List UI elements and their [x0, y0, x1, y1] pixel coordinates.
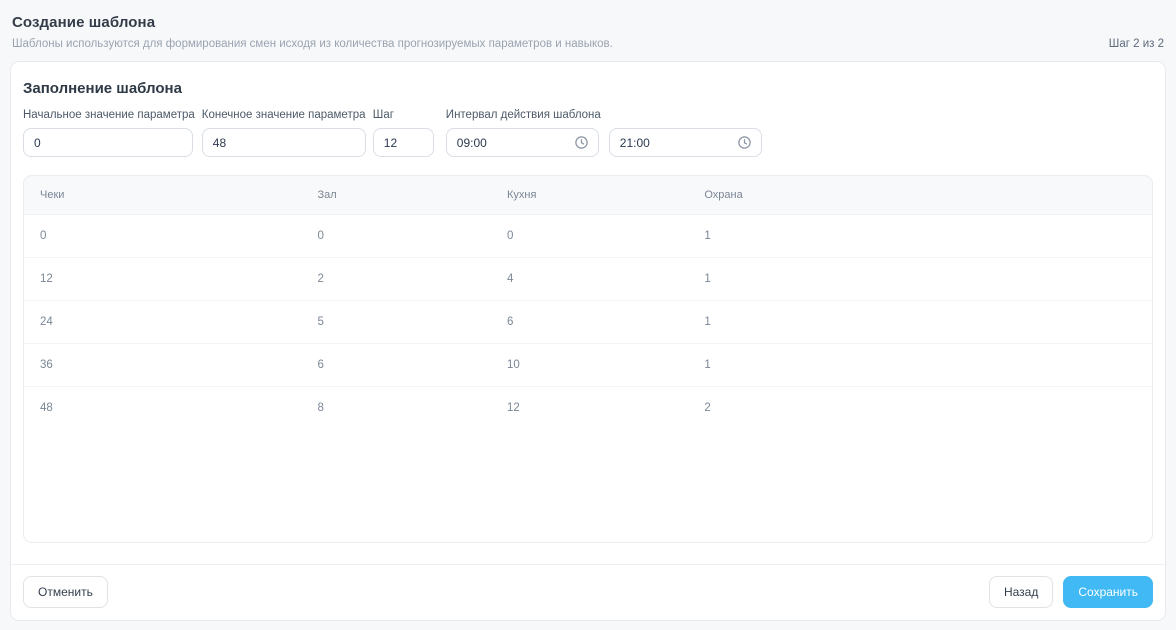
template-table-container: Чеки Зал Кухня Охрана 0 0 0 1 12 2 4 1 2…: [23, 175, 1153, 543]
time-to-wrap: [608, 128, 762, 157]
cell-hall: 5: [301, 300, 491, 344]
table-row: 0 0 0 1: [24, 214, 1152, 258]
cell-kitchen: 4: [490, 257, 689, 301]
table-header-row: Чеки Зал Кухня Охрана: [24, 176, 1152, 215]
cell-hall: 2: [301, 257, 491, 301]
clock-icon[interactable]: [574, 135, 589, 150]
cell-checks: 24: [24, 300, 302, 344]
cell-security: 1: [688, 257, 1152, 301]
page-title: Создание шаблона: [12, 14, 156, 31]
cell-checks: 12: [24, 257, 302, 301]
table-row: 36 6 10 1: [24, 343, 1152, 387]
template-table: Чеки Зал Кухня Охрана 0 0 0 1 12 2 4 1 2…: [24, 176, 1152, 429]
table-row: 12 2 4 1: [24, 257, 1152, 301]
form-row: Начальное значение параметра Конечное зн…: [23, 109, 1153, 157]
step-field: Шаг: [372, 109, 434, 157]
cell-kitchen: 6: [490, 300, 689, 344]
cell-kitchen: 12: [506, 402, 520, 414]
cell-hall: 0: [301, 214, 491, 258]
cell-security: 1: [688, 214, 1152, 258]
column-header-security: Охрана: [688, 176, 1152, 215]
cell-security: 1: [688, 300, 1152, 344]
cell-hall: 6: [301, 343, 491, 387]
card-footer: Отменить Назад Сохранить: [11, 564, 1165, 620]
page-subtitle: Шаблоны используются для формирования см…: [12, 38, 613, 50]
back-button[interactable]: Назад: [988, 576, 1054, 608]
column-header-kitchen: Кухня: [490, 176, 689, 215]
cell-checks: 36: [24, 343, 302, 387]
end-value-field: Конечное значение параметра: [201, 109, 366, 157]
start-value-input[interactable]: [23, 128, 193, 157]
footer-right-buttons: Назад Сохранить: [988, 576, 1153, 608]
column-header-hall: Зал: [301, 176, 491, 215]
step-label: Шаг: [372, 109, 394, 121]
cell-hall: 8: [317, 402, 324, 414]
column-header-checks: Чеки: [24, 176, 302, 215]
end-value-label: Конечное значение параметра: [201, 109, 366, 121]
step-input[interactable]: [372, 128, 434, 157]
time-from-wrap: [445, 128, 599, 157]
template-card: Заполнение шаблона Начальное значение па…: [10, 61, 1166, 621]
card-body: Заполнение шаблона Начальное значение па…: [11, 62, 1165, 564]
table-header: Чеки Зал Кухня Охрана: [24, 176, 1152, 215]
cell-kitchen: 10: [490, 343, 689, 387]
cell-security: 2: [704, 402, 711, 414]
cancel-button[interactable]: Отменить: [23, 576, 108, 608]
table-row: 48 8 12 2: [24, 387, 1152, 430]
cell-security: 1: [688, 343, 1152, 387]
interval-field: Интервал действия шаблона: [445, 109, 762, 157]
end-value-input[interactable]: [201, 128, 366, 157]
section-title: Заполнение шаблона: [23, 80, 182, 97]
save-button[interactable]: Сохранить: [1063, 576, 1153, 608]
interval-label: Интервал действия шаблона: [445, 109, 601, 121]
start-value-field: Начальное значение параметра: [23, 109, 195, 157]
table-row: 24 5 6 1: [24, 300, 1152, 344]
table-body: 0 0 0 1 12 2 4 1 24 5 6 1 36 6 10 1 48 8…: [24, 214, 1152, 430]
page-header: Создание шаблона Шаблоны используются дл…: [10, 14, 1166, 50]
cell-checks: 48: [40, 402, 53, 414]
step-indicator: Шаг 2 из 2: [1108, 38, 1164, 50]
interval-inputs: [445, 128, 762, 157]
page: Создание шаблона Шаблоны используются дл…: [0, 0, 1176, 621]
cell-kitchen: 0: [490, 214, 689, 258]
start-value-label: Начальное значение параметра: [23, 109, 195, 121]
clock-icon[interactable]: [737, 135, 752, 150]
page-header-left: Создание шаблона Шаблоны используются дл…: [12, 14, 613, 50]
cell-checks: 0: [24, 214, 302, 258]
